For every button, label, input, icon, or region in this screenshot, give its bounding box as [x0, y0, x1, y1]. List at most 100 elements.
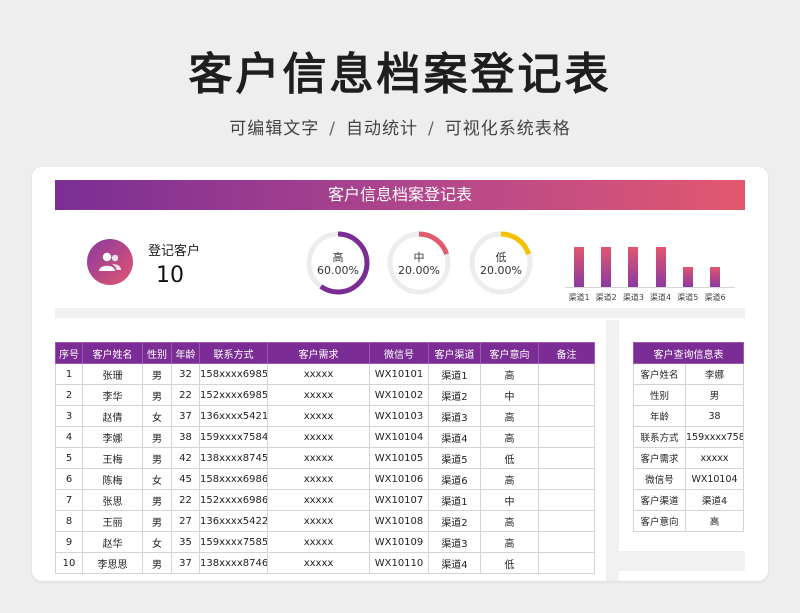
table-cell[interactable]: 158xxxx6986: [199, 468, 268, 490]
table-cell[interactable]: 10: [55, 552, 83, 574]
table-cell[interactable]: 陈梅: [82, 468, 143, 490]
table-cell[interactable]: xxxxx: [267, 468, 370, 490]
table-cell[interactable]: 渠道4: [428, 552, 481, 574]
table-cell[interactable]: 高: [480, 363, 539, 385]
column-header[interactable]: 备注: [538, 342, 595, 364]
table-cell[interactable]: [538, 510, 595, 532]
table-cell[interactable]: WX10110: [369, 552, 429, 574]
table-cell[interactable]: 女: [142, 468, 172, 490]
table-cell[interactable]: xxxxx: [267, 531, 370, 553]
table-cell[interactable]: xxxxx: [267, 426, 370, 448]
table-cell[interactable]: 152xxxx6986: [199, 489, 268, 511]
table-cell[interactable]: 45: [171, 468, 200, 490]
table-cell[interactable]: 男: [142, 384, 172, 406]
table-cell[interactable]: 2: [55, 384, 83, 406]
lookup-field-value[interactable]: 李娜: [685, 363, 744, 385]
column-header[interactable]: 联系方式: [199, 342, 268, 364]
table-cell[interactable]: [538, 384, 595, 406]
table-cell[interactable]: WX10105: [369, 447, 429, 469]
table-cell[interactable]: 高: [480, 405, 539, 427]
table-cell[interactable]: xxxxx: [267, 510, 370, 532]
lookup-field-value[interactable]: 高: [685, 510, 744, 532]
table-cell[interactable]: WX10103: [369, 405, 429, 427]
table-cell[interactable]: 32: [171, 363, 200, 385]
table-cell[interactable]: 22: [171, 489, 200, 511]
table-cell[interactable]: 渠道6: [428, 468, 481, 490]
table-cell[interactable]: 王丽: [82, 510, 143, 532]
table-cell[interactable]: [538, 468, 595, 490]
table-cell[interactable]: xxxxx: [267, 405, 370, 427]
table-cell[interactable]: 42: [171, 447, 200, 469]
table-cell[interactable]: 渠道1: [428, 363, 481, 385]
table-row[interactable]: 1 张珊男 32 158xxxx6985 xxxxx WX10101 渠道1 高: [55, 363, 595, 385]
column-header[interactable]: 客户姓名: [82, 342, 143, 364]
table-cell[interactable]: 5: [55, 447, 83, 469]
table-cell[interactable]: 159xxxx7584: [199, 426, 268, 448]
lookup-field-value[interactable]: 男: [685, 384, 744, 406]
column-header[interactable]: 微信号: [369, 342, 429, 364]
table-cell[interactable]: 低: [480, 447, 539, 469]
table-cell[interactable]: 1: [55, 363, 83, 385]
table-cell[interactable]: xxxxx: [267, 363, 370, 385]
column-header[interactable]: 客户需求: [267, 342, 370, 364]
table-cell[interactable]: 男: [142, 447, 172, 469]
table-cell[interactable]: 138xxxx8745: [199, 447, 268, 469]
table-cell[interactable]: 李思思: [82, 552, 143, 574]
column-header[interactable]: 性别: [142, 342, 172, 364]
lookup-field-value[interactable]: WX10104: [685, 468, 744, 490]
table-cell[interactable]: 6: [55, 468, 83, 490]
table-cell[interactable]: 低: [480, 552, 539, 574]
table-cell[interactable]: [538, 426, 595, 448]
table-row[interactable]: 6 陈梅女 45 158xxxx6986 xxxxx WX10106 渠道6 高: [55, 468, 595, 490]
table-cell[interactable]: [538, 489, 595, 511]
lookup-field-value[interactable]: 159xxxx7584: [685, 426, 744, 448]
table-row[interactable]: 10 李思思男 37 138xxxx8746 xxxxx WX10110 渠道4 低: [55, 552, 595, 574]
table-cell[interactable]: 37: [171, 552, 200, 574]
table-cell[interactable]: 35: [171, 531, 200, 553]
column-header[interactable]: 客户意向: [480, 342, 539, 364]
table-cell[interactable]: 女: [142, 405, 172, 427]
table-cell[interactable]: 男: [142, 552, 172, 574]
table-cell[interactable]: 8: [55, 510, 83, 532]
table-cell[interactable]: 27: [171, 510, 200, 532]
column-header[interactable]: 序号: [55, 342, 83, 364]
table-cell[interactable]: 高: [480, 468, 539, 490]
table-cell[interactable]: 赵倩: [82, 405, 143, 427]
lookup-field-value[interactable]: 渠道4: [685, 489, 744, 511]
table-cell[interactable]: [538, 405, 595, 427]
table-cell[interactable]: 男: [142, 510, 172, 532]
table-cell[interactable]: 高: [480, 426, 539, 448]
table-cell[interactable]: 4: [55, 426, 83, 448]
table-row[interactable]: 8 王丽男 27 136xxxx5422 xxxxx WX10108 渠道2 高: [55, 510, 595, 532]
table-cell[interactable]: 高: [480, 510, 539, 532]
table-cell[interactable]: 中: [480, 489, 539, 511]
column-header[interactable]: 年龄: [171, 342, 200, 364]
table-cell[interactable]: WX10109: [369, 531, 429, 553]
table-cell[interactable]: 张思: [82, 489, 143, 511]
table-cell[interactable]: 渠道4: [428, 426, 481, 448]
column-header[interactable]: 客户渠道: [428, 342, 481, 364]
table-row[interactable]: 9 赵华女 35 159xxxx7585 xxxxx WX10109 渠道3 高: [55, 531, 595, 553]
table-cell[interactable]: 158xxxx6985: [199, 363, 268, 385]
table-cell[interactable]: 3: [55, 405, 83, 427]
table-cell[interactable]: 22: [171, 384, 200, 406]
table-cell[interactable]: 男: [142, 363, 172, 385]
table-row[interactable]: 4 李娜男 38 159xxxx7584 xxxxx WX10104 渠道4 高: [55, 426, 595, 448]
lookup-field-value[interactable]: xxxxx: [685, 447, 744, 469]
table-cell[interactable]: WX10108: [369, 510, 429, 532]
table-cell[interactable]: [538, 531, 595, 553]
table-cell[interactable]: xxxxx: [267, 552, 370, 574]
table-cell[interactable]: 渠道5: [428, 447, 481, 469]
table-cell[interactable]: 王梅: [82, 447, 143, 469]
table-cell[interactable]: 136xxxx5421: [199, 405, 268, 427]
table-cell[interactable]: 渠道2: [428, 510, 481, 532]
table-cell[interactable]: xxxxx: [267, 447, 370, 469]
table-cell[interactable]: 女: [142, 531, 172, 553]
table-cell[interactable]: 渠道3: [428, 531, 481, 553]
table-cell[interactable]: xxxxx: [267, 384, 370, 406]
table-cell[interactable]: 9: [55, 531, 83, 553]
table-cell[interactable]: 男: [142, 489, 172, 511]
table-cell[interactable]: 渠道2: [428, 384, 481, 406]
table-cell[interactable]: 张珊: [82, 363, 143, 385]
table-cell[interactable]: [538, 363, 595, 385]
